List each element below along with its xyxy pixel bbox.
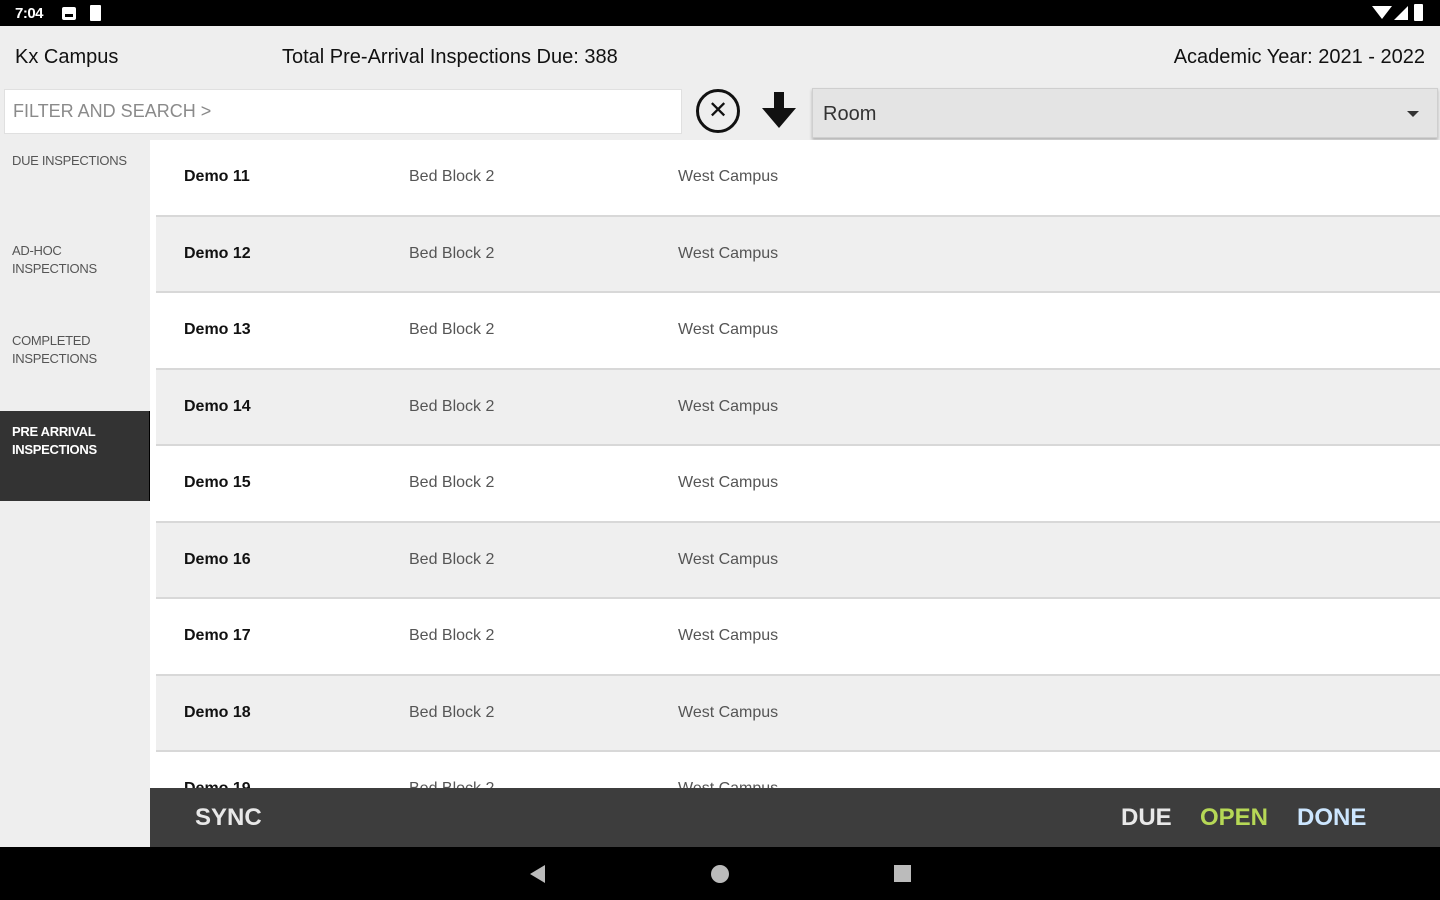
- cell-signal-icon: [1394, 6, 1408, 20]
- room-name: Demo 16: [184, 550, 251, 568]
- back-icon[interactable]: [530, 865, 545, 883]
- sidebar: DUE INSPECTIONS AD-HOC INSPECTIONS COMPL…: [0, 140, 150, 847]
- campus-name: West Campus: [678, 703, 779, 721]
- room-name: Demo 19: [184, 780, 251, 788]
- recent-apps-icon[interactable]: [894, 865, 911, 882]
- room-name: Demo 13: [184, 321, 251, 338]
- table-row[interactable]: Demo 13 Bed Block 2 West Campus: [156, 293, 1440, 370]
- sidebar-item-due-inspections[interactable]: DUE INSPECTIONS: [0, 140, 150, 230]
- sort-direction-button[interactable]: [762, 92, 796, 130]
- notification-icon: [62, 7, 76, 20]
- campus-name: West Campus: [678, 168, 779, 185]
- chevron-down-icon: [1407, 111, 1419, 117]
- academic-year: Academic Year: 2021 - 2022: [1173, 46, 1425, 68]
- block-name: Bed Block 2: [409, 168, 495, 185]
- app-header: Kx Campus Total Pre-Arrival Inspections …: [0, 26, 1440, 88]
- clear-filter-button[interactable]: ✕: [696, 89, 740, 133]
- table-row[interactable]: Demo 15 Bed Block 2 West Campus: [156, 446, 1440, 523]
- sidebar-item-pre-arrival-inspections[interactable]: PRE ARRIVAL INSPECTIONS: [0, 411, 150, 501]
- sidebar-item-completed-inspections[interactable]: COMPLETED INSPECTIONS: [0, 320, 150, 410]
- done-filter-button[interactable]: DONE: [1297, 804, 1366, 832]
- table-row[interactable]: Demo 16 Bed Block 2 West Campus: [156, 522, 1440, 599]
- block-name: Bed Block 2: [409, 703, 495, 721]
- sort-by-selected-value: Room: [823, 103, 877, 125]
- sort-by-dropdown[interactable]: Room: [812, 88, 1438, 138]
- campus-name: West Campus: [678, 474, 779, 491]
- campus-name: West Campus: [678, 321, 779, 338]
- campus-title: Kx Campus: [15, 46, 119, 68]
- room-name: Demo 11: [184, 168, 250, 185]
- room-name: Demo 17: [184, 627, 251, 644]
- due-filter-button[interactable]: DUE: [1121, 804, 1172, 832]
- table-row[interactable]: Demo 14 Bed Block 2 West Campus: [156, 369, 1440, 446]
- sidebar-item-label: DUE INSPECTIONS: [12, 153, 127, 168]
- table-row[interactable]: Demo 19 Bed Block 2 West Campus: [156, 752, 1440, 788]
- block-name: Bed Block 2: [409, 780, 494, 788]
- room-name: Demo 12: [184, 244, 251, 262]
- wifi-icon: [1372, 6, 1392, 19]
- sidebar-item-label: AD-HOC INSPECTIONS: [12, 243, 97, 276]
- sidebar-item-label: PRE ARRIVAL INSPECTIONS: [12, 424, 97, 457]
- bottom-action-bar: SYNC DUE OPEN DONE: [150, 788, 1440, 847]
- battery-icon: [1414, 4, 1423, 21]
- room-name: Demo 18: [184, 703, 251, 721]
- sync-button[interactable]: SYNC: [195, 804, 262, 832]
- campus-name: West Campus: [678, 397, 779, 415]
- inspection-list[interactable]: Demo 11 Bed Block 2 West Campus Demo 12 …: [150, 140, 1440, 788]
- room-name: Demo 15: [184, 474, 251, 491]
- system-nav-bar: [0, 847, 1440, 900]
- status-bar: 7:04: [0, 0, 1440, 26]
- campus-name: West Campus: [678, 780, 778, 788]
- block-name: Bed Block 2: [409, 321, 495, 338]
- block-name: Bed Block 2: [409, 627, 495, 644]
- campus-name: West Campus: [678, 627, 779, 644]
- filter-search-input[interactable]: [4, 89, 682, 134]
- open-filter-button[interactable]: OPEN: [1200, 804, 1268, 832]
- table-row[interactable]: Demo 11 Bed Block 2 West Campus: [156, 140, 1440, 217]
- close-circle-icon: ✕: [707, 97, 729, 124]
- app-root: 7:04 Kx Campus Total Pre-Arrival Inspect…: [0, 0, 1440, 900]
- sidebar-item-adhoc-inspections[interactable]: AD-HOC INSPECTIONS: [0, 230, 150, 320]
- campus-name: West Campus: [678, 550, 779, 568]
- table-row[interactable]: Demo 18 Bed Block 2 West Campus: [156, 675, 1440, 752]
- total-inspections-due: Total Pre-Arrival Inspections Due: 388: [282, 46, 618, 68]
- sidebar-item-label: COMPLETED INSPECTIONS: [12, 333, 97, 366]
- table-row[interactable]: Demo 17 Bed Block 2 West Campus: [156, 599, 1440, 676]
- campus-name: West Campus: [678, 244, 779, 262]
- status-time: 7:04: [15, 5, 44, 22]
- block-name: Bed Block 2: [409, 397, 495, 415]
- block-name: Bed Block 2: [409, 474, 495, 491]
- block-name: Bed Block 2: [409, 550, 495, 568]
- table-row[interactable]: Demo 12 Bed Block 2 West Campus: [156, 216, 1440, 293]
- block-name: Bed Block 2: [409, 244, 495, 262]
- home-icon[interactable]: [711, 865, 729, 883]
- room-name: Demo 14: [184, 397, 251, 415]
- sd-card-icon: [90, 5, 101, 21]
